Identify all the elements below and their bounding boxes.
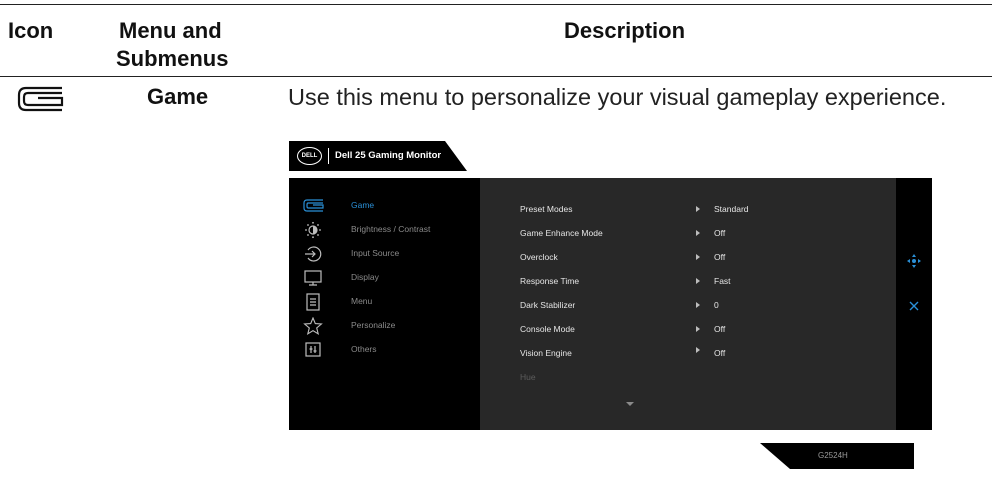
osd-options-panel: Preset Modes Standard Game Enhance Mode …: [480, 178, 896, 430]
option-value: 0: [714, 300, 719, 310]
osd-menu-label: Brightness / Contrast: [351, 224, 431, 234]
header-menu-line2: Submenus: [116, 46, 229, 71]
option-console-mode[interactable]: Console Mode Off: [480, 320, 896, 340]
option-value: Off: [714, 324, 726, 334]
option-vision-engine[interactable]: Vision Engine Off: [480, 344, 896, 364]
osd-menu-label: Display: [351, 272, 379, 282]
header-menu-line1: Menu and: [119, 18, 222, 43]
osd-menu-panel: Game Brightness / Contrast Input Source …: [289, 178, 480, 430]
triangle-right-icon: [696, 326, 700, 332]
option-overclock[interactable]: Overclock Off: [480, 248, 896, 268]
triangle-right-icon: [696, 302, 700, 308]
option-name: Hue: [520, 372, 536, 382]
option-name: Preset Modes: [520, 204, 573, 214]
table-header-rule: [0, 76, 992, 77]
table-top-rule: [0, 4, 992, 5]
option-name: Response Time: [520, 276, 580, 286]
model-label: G2524H: [818, 451, 848, 460]
osd-menu-item-others[interactable]: Others: [289, 340, 480, 360]
option-dark-stabilizer[interactable]: Dark Stabilizer 0: [480, 296, 896, 316]
option-name: Console Mode: [520, 324, 575, 334]
row-description: Use this menu to personalize your visual…: [288, 84, 947, 110]
display-icon: [304, 270, 322, 286]
game-icon: [303, 199, 324, 212]
header-icon: Icon: [8, 18, 54, 43]
osd-menu-item-game[interactable]: Game: [289, 196, 480, 216]
triangle-right-icon: [696, 254, 700, 260]
triangle-right-icon: [696, 347, 700, 353]
joystick-icon[interactable]: [907, 254, 921, 268]
osd-menu-item-input-source[interactable]: Input Source: [289, 244, 480, 264]
row-menu-name: Game: [147, 84, 209, 109]
triangle-right-icon: [696, 206, 700, 212]
option-preset-modes[interactable]: Preset Modes Standard: [480, 200, 896, 220]
osd-menu-item-display[interactable]: Display: [289, 268, 480, 288]
option-game-enhance-mode[interactable]: Game Enhance Mode Off: [480, 224, 896, 244]
header-description: Description: [564, 18, 686, 43]
osd-menu-label: Menu: [351, 296, 373, 306]
model-badge: G2524H: [760, 443, 914, 469]
option-name: Vision Engine: [520, 348, 572, 358]
osd-title-tab: DELL Dell 25 Gaming Monitor: [289, 141, 467, 171]
osd-controls-panel: [896, 178, 932, 430]
option-name: Overclock: [520, 252, 558, 262]
osd-menu-label: Personalize: [351, 320, 396, 330]
option-value: Off: [714, 348, 726, 358]
scroll-down-icon[interactable]: [626, 402, 634, 406]
option-name: Dark Stabilizer: [520, 300, 576, 310]
input-source-icon: [305, 246, 322, 262]
triangle-right-icon: [696, 278, 700, 284]
option-value: Off: [714, 252, 726, 262]
title-separator: [328, 148, 329, 164]
osd-menu-item-menu[interactable]: Menu: [289, 292, 480, 312]
menu-icon: [306, 293, 320, 311]
osd-menu-item-brightness[interactable]: Brightness / Contrast: [289, 220, 480, 240]
osd-menu-label: Others: [351, 344, 377, 354]
star-icon: [303, 317, 323, 335]
option-value: Fast: [714, 276, 731, 286]
osd-menu-label: Game: [351, 200, 375, 210]
close-icon[interactable]: [909, 301, 919, 311]
option-name: Game Enhance Mode: [520, 228, 603, 238]
option-value: Standard: [714, 204, 749, 214]
osd-menu-item-personalize[interactable]: Personalize: [289, 316, 480, 336]
osd-menu-label: Input Source: [351, 248, 400, 258]
osd-title: Dell 25 Gaming Monitor: [335, 150, 442, 161]
dell-logo: DELL: [297, 147, 322, 165]
others-icon: [305, 342, 321, 357]
brightness-icon: [305, 221, 321, 239]
option-value: Off: [714, 228, 726, 238]
triangle-right-icon: [696, 230, 700, 236]
option-hue: Hue: [480, 368, 896, 388]
option-response-time[interactable]: Response Time Fast: [480, 272, 896, 292]
game-icon: [16, 84, 64, 119]
